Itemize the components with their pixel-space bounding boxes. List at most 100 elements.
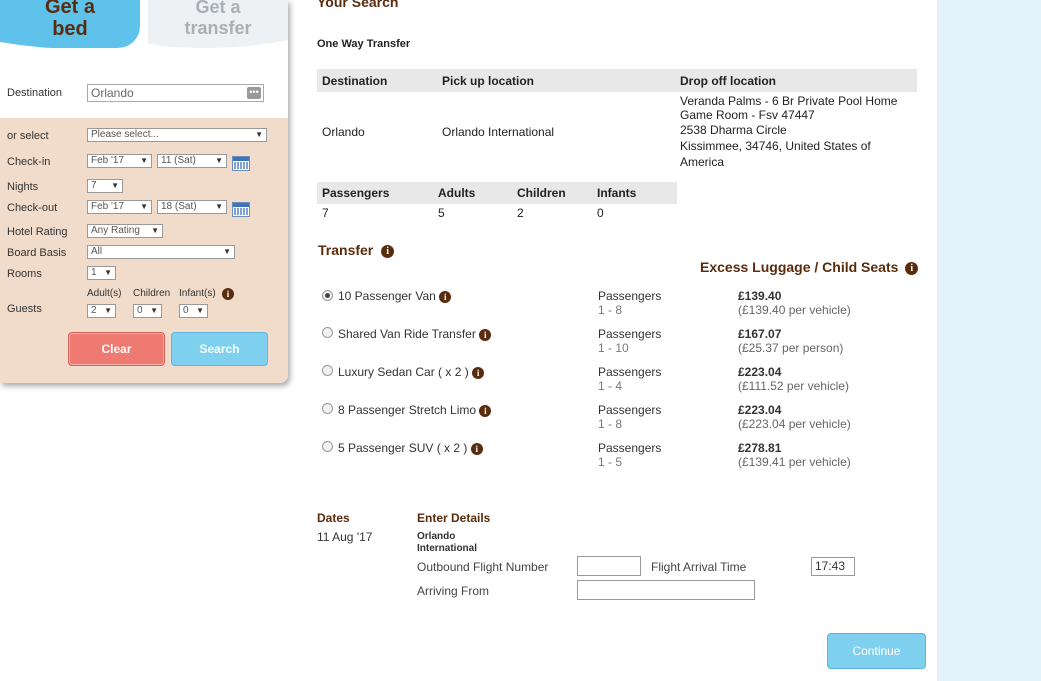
info-icon[interactable]: i: [381, 244, 395, 258]
hotel-rating-select[interactable]: Any Rating ▼: [87, 224, 163, 238]
adults-value: 5: [438, 206, 445, 220]
chevron-down-icon: ▼: [223, 247, 231, 256]
checkout-day-value: 18 (Sat): [161, 201, 197, 212]
checkout-month-value: Feb '17: [91, 201, 125, 212]
children-label: Children: [133, 288, 171, 299]
chevron-down-icon: ▼: [151, 226, 159, 235]
checkout-month-select[interactable]: Feb '17 ▼: [87, 200, 152, 214]
destination-select[interactable]: Please select... ▼: [87, 128, 267, 142]
transfer-option-name: Shared Van Ride Transfer i: [338, 327, 492, 341]
adults-select[interactable]: 2 ▼: [87, 304, 116, 318]
chevron-down-icon: ▼: [140, 156, 148, 165]
transfer-option-name: Luxury Sedan Car ( x 2 ) i: [338, 365, 485, 379]
transfer-price-note: (£111.52 per vehicle): [738, 379, 849, 393]
checkin-month-value: Feb '17: [91, 155, 125, 166]
checkin-day-select[interactable]: 11 (Sat) ▼: [157, 154, 227, 168]
children-value: 2: [517, 206, 524, 220]
or-select-label: or select: [7, 130, 49, 142]
option-name-text: 10 Passenger Van: [338, 289, 436, 303]
info-icon[interactable]: i: [479, 328, 492, 341]
destination-more-button[interactable]: •••: [247, 87, 261, 99]
chevron-down-icon: ▼: [104, 306, 112, 315]
transfer-radio[interactable]: [322, 403, 333, 414]
transfer-option-name: 8 Passenger Stretch Limo i: [338, 403, 492, 417]
search-panel: Get a bed Get a transfer Destination Orl…: [0, 0, 288, 383]
destination-label: Destination: [7, 87, 63, 99]
dropoff-line: America: [680, 155, 725, 169]
arriving-from-label: Arriving From: [417, 584, 490, 598]
info-icon[interactable]: i: [470, 442, 483, 455]
info-icon[interactable]: i: [472, 366, 485, 379]
passengers-label: Passengers: [598, 441, 662, 455]
infants-value: 0: [183, 305, 189, 316]
transfer-radio[interactable]: [322, 290, 333, 301]
col-dropoff: Drop off location: [680, 74, 776, 88]
passengers-range: 1 - 8: [598, 303, 623, 317]
chevron-down-icon: ▼: [255, 130, 263, 139]
transfer-price-note: (£139.41 per vehicle): [738, 455, 851, 469]
passengers-range: 1 - 5: [598, 455, 623, 469]
transfer-heading: Transfer i: [318, 242, 395, 258]
info-icon[interactable]: i: [439, 290, 452, 303]
passengers-range: 1 - 8: [598, 417, 623, 431]
info-icon[interactable]: i: [479, 404, 492, 417]
chevron-down-icon: ▼: [215, 202, 223, 211]
transfer-option-name: 10 Passenger Van i: [338, 289, 452, 303]
search-button[interactable]: Search: [171, 332, 268, 366]
nights-select[interactable]: 7 ▼: [87, 179, 123, 193]
tab-transfer-line1: Get a: [195, 0, 241, 17]
transfer-radio[interactable]: [322, 441, 333, 452]
outbound-flight-input[interactable]: [577, 556, 641, 576]
dropoff-line: Game Room - Fsv 47447: [680, 108, 815, 122]
checkin-month-select[interactable]: Feb '17 ▼: [87, 154, 152, 168]
col-infants: Infants: [597, 186, 637, 200]
dates-heading: Dates: [317, 511, 350, 525]
option-name-text: Shared Van Ride Transfer: [338, 327, 476, 341]
destination-input[interactable]: Orlando •••: [87, 84, 264, 102]
clear-button[interactable]: Clear: [68, 332, 165, 366]
passengers-label: Passengers: [598, 403, 662, 417]
transfer-price: £223.04: [738, 365, 782, 379]
option-name-text: Luxury Sedan Car ( x 2 ): [338, 365, 469, 379]
destination-value: Orlando: [322, 125, 365, 139]
destination-select-value: Please select...: [91, 129, 159, 140]
rooms-label: Rooms: [7, 268, 42, 280]
transfer-option-name: 5 Passenger SUV ( x 2 ) i: [338, 441, 483, 455]
passengers-label: Passengers: [598, 289, 662, 303]
transfer-radio[interactable]: [322, 327, 333, 338]
arriving-from-input[interactable]: [577, 580, 755, 600]
nights-label: Nights: [7, 181, 39, 193]
your-search-title: Your Search: [317, 0, 399, 10]
nights-value: 7: [91, 180, 97, 191]
arrival-time-label: Flight Arrival Time: [651, 560, 747, 574]
infants-select[interactable]: 0 ▼: [179, 304, 208, 318]
info-icon[interactable]: i: [222, 288, 234, 300]
infants-label: Infant(s): [179, 288, 216, 299]
checkout-calendar-icon[interactable]: [232, 202, 250, 217]
board-basis-select[interactable]: All ▼: [87, 245, 235, 259]
col-destination: Destination: [322, 74, 388, 88]
transfer-price: £278.81: [738, 441, 782, 455]
continue-button[interactable]: Continue: [827, 633, 926, 669]
guests-label: Guests: [7, 303, 42, 315]
info-icon[interactable]: i: [905, 261, 919, 275]
excess-luggage-heading: Excess Luggage / Child Seats i: [700, 259, 919, 275]
hotel-rating-value: Any Rating: [91, 225, 140, 236]
checkout-label: Check-out: [7, 202, 58, 214]
tab-wave-decoration: [0, 40, 288, 52]
col-adults: Adults: [438, 186, 476, 200]
board-basis-value: All: [91, 246, 103, 257]
rooms-select[interactable]: 1 ▼: [87, 266, 116, 280]
chevron-down-icon: ▼: [104, 268, 112, 277]
children-select[interactable]: 0 ▼: [133, 304, 162, 318]
col-pickup: Pick up location: [442, 74, 535, 88]
passengers-value: 7: [322, 206, 329, 220]
checkout-day-select[interactable]: 18 (Sat) ▼: [157, 200, 227, 214]
arrival-time-input[interactable]: 17:43: [811, 557, 855, 576]
chevron-down-icon: ▼: [140, 202, 148, 211]
chevron-down-icon: ▼: [196, 306, 204, 315]
checkin-calendar-icon[interactable]: [232, 156, 250, 171]
location-line2: International: [417, 543, 478, 554]
transfer-radio[interactable]: [322, 365, 333, 376]
board-basis-label: Board Basis: [7, 247, 67, 259]
